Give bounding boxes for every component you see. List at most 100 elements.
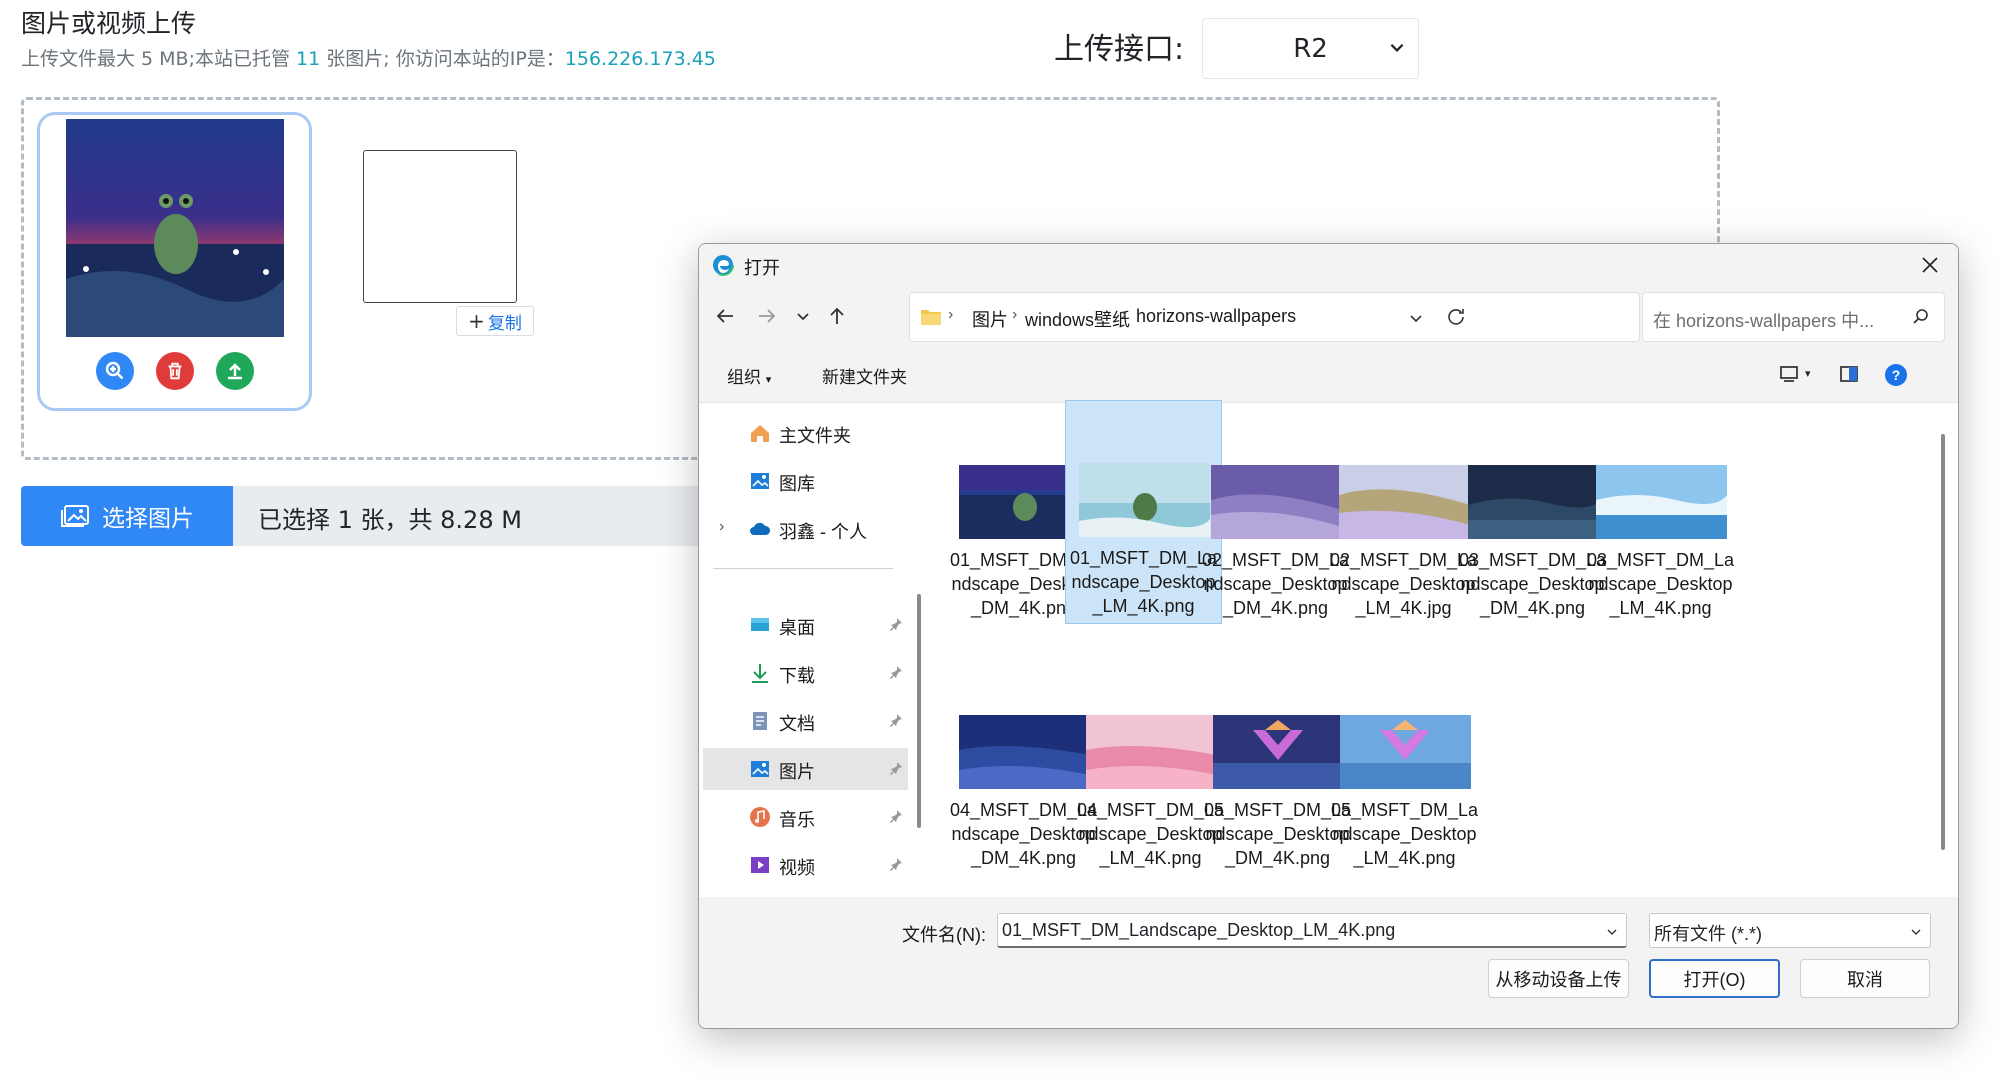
dialog-title: 打开 [744, 258, 780, 278]
forward-button[interactable] [751, 300, 783, 332]
image-thumbnail [1086, 715, 1217, 789]
help-icon[interactable]: ? [1884, 363, 1908, 387]
nav-item-gallery[interactable]: 图库 [703, 460, 908, 502]
select-image-label: 选择图片 [102, 506, 194, 532]
image-thumbnail [1468, 465, 1599, 539]
nav-item-home[interactable]: 主文件夹 [703, 412, 908, 454]
upload-info-prefix: 上传文件最大 5 MB;本站已托管 [21, 48, 297, 70]
delete-image-button[interactable] [155, 352, 194, 390]
nav-item-label: 音乐 [779, 810, 815, 830]
nav-item-desktop[interactable]: 桌面 [703, 604, 908, 646]
page-title: 图片或视频上传 [21, 9, 197, 38]
navigation-pane: 主文件夹 图库 › 羽鑫 - 个人 桌面 下载 文档 图片 音乐 视频 [699, 404, 921, 897]
search-icon [1913, 309, 1928, 324]
folder-icon [921, 310, 941, 325]
zoom-preview-button[interactable] [95, 352, 134, 390]
recent-locations-button[interactable] [787, 300, 819, 332]
organize-menu[interactable]: 组织 ▾ [727, 363, 771, 388]
breadcrumb-item-horizons-wallpapers[interactable]: horizons-wallpapers [1136, 306, 1296, 327]
dialog-command-bar: 组织 ▾ 新建文件夹 ▾ ? [699, 345, 1958, 403]
nav-scrollbar[interactable] [917, 594, 921, 828]
interface-label: 上传接口: [1054, 32, 1185, 67]
nav-item-videos[interactable]: 视频 [703, 844, 908, 886]
chevron-down-icon [1911, 929, 1921, 935]
breadcrumb-item-pictures[interactable]: 图片 [972, 306, 1008, 332]
pin-icon[interactable] [889, 665, 903, 679]
image-thumbnail [1079, 463, 1210, 537]
file-item[interactable]: 03_MSFT_DM_Landscape_Desktop_LM_4K.png [1582, 402, 1739, 626]
image-thumbnail [1211, 465, 1342, 539]
filename-label: 文件名(N): [902, 925, 986, 945]
up-button[interactable] [821, 300, 853, 332]
edge-browser-icon [712, 254, 734, 276]
select-bar: 选择图片 已选择 1 张，共 8.28 M [21, 486, 741, 546]
file-item[interactable]: 05_MSFT_DM_Landscape_Desktop_LM_4K.png [1326, 652, 1483, 876]
close-icon[interactable] [1918, 253, 1942, 277]
pin-icon[interactable] [889, 857, 903, 871]
music-icon [750, 807, 770, 827]
address-bar[interactable]: › 图片 › windows壁纸 › horizons-wallpapers [909, 292, 1640, 342]
new-folder-button[interactable]: 新建文件夹 [822, 363, 907, 388]
arrow-left-icon [716, 309, 733, 323]
filetype-select[interactable]: 所有文件 (*.*) [1649, 913, 1931, 948]
nav-item-music[interactable]: 音乐 [703, 796, 908, 838]
image-thumbnail [1213, 715, 1344, 789]
breadcrumb-separator: › [1012, 306, 1018, 323]
nav-item-downloads[interactable]: 下载 [703, 652, 908, 694]
plus-icon: + [468, 309, 485, 333]
arrow-up-icon [830, 307, 844, 324]
gallery-icon [751, 473, 769, 489]
view-mode-icon[interactable] [1779, 365, 1799, 383]
open-file-dialog: 打开 › 图片 › windows壁纸 › horizons-wallpaper… [698, 243, 1959, 1029]
refresh-icon[interactable] [1445, 306, 1467, 328]
nav-item-label: 视频 [779, 858, 815, 878]
filename-field[interactable]: 01_MSFT_DM_Landscape_Desktop_LM_4K.png [997, 913, 1627, 948]
chevron-down-icon[interactable] [1408, 310, 1424, 326]
nav-item-label: 羽鑫 - 个人 [779, 522, 867, 542]
chevron-right-icon[interactable]: › [719, 518, 724, 536]
copy-button[interactable]: + 复制 [456, 306, 534, 336]
search-input[interactable]: 在 horizons-wallpapers 中... [1642, 292, 1945, 342]
file-name: 03_MSFT_DM_Landscape_Desktop_LM_4K.png [1586, 550, 1735, 618]
select-image-button[interactable]: 选择图片 [21, 486, 233, 546]
empty-image-slot[interactable] [363, 150, 517, 303]
video-icon [751, 857, 769, 873]
nav-item-pictures[interactable]: 图片 [703, 748, 908, 790]
pin-icon[interactable] [889, 617, 903, 631]
image-thumbnail [1596, 465, 1727, 539]
nav-item-documents[interactable]: 文档 [703, 700, 908, 742]
breadcrumb-separator: › [1121, 306, 1127, 323]
upload-from-mobile-button[interactable]: 从移动设备上传 [1488, 959, 1629, 998]
filename-value: 01_MSFT_DM_Landscape_Desktop_LM_4K.png [1002, 920, 1396, 940]
image-thumbnail [1340, 715, 1471, 789]
interface-select-value: R2 [1293, 33, 1328, 64]
cancel-button[interactable]: 取消 [1800, 959, 1930, 998]
pin-icon[interactable] [889, 761, 903, 775]
file-list: 01_MSFT_DM_Landscape_Desktop_DM_4K.png 0… [935, 400, 1935, 897]
trash-icon [168, 362, 181, 380]
upload-image-button[interactable] [215, 352, 254, 390]
download-icon [752, 664, 768, 683]
file-list-scrollbar[interactable] [1941, 434, 1945, 850]
zoom-in-icon [105, 361, 123, 380]
caret-down-icon[interactable]: ▾ [1805, 367, 1811, 380]
upload-info-mid: 张图片; 你访问本站的IP是： [320, 48, 565, 70]
nav-item-label: 桌面 [779, 618, 815, 638]
search-placeholder: 在 horizons-wallpapers 中... [1653, 311, 1875, 331]
preview-pane-icon[interactable] [1839, 364, 1859, 384]
pin-icon[interactable] [889, 713, 903, 727]
dialog-bottom-bar: 文件名(N): 01_MSFT_DM_Landscape_Desktop_LM_… [699, 897, 1958, 1028]
chevron-down-icon [1390, 43, 1404, 52]
chevron-down-icon[interactable] [1606, 926, 1618, 938]
open-button[interactable]: 打开(O) [1649, 959, 1780, 998]
nav-item-label: 图库 [779, 474, 815, 494]
pin-icon[interactable] [889, 809, 903, 823]
interface-select[interactable]: R2 [1202, 18, 1419, 79]
nav-item-label: 主文件夹 [779, 426, 851, 446]
breadcrumb-item-windows-wallpapers[interactable]: windows壁纸 [1025, 306, 1130, 332]
uploaded-image-thumbnail [66, 119, 284, 337]
upload-icon [227, 363, 242, 380]
file-name: 05_MSFT_DM_Landscape_Desktop_LM_4K.png [1330, 800, 1479, 868]
back-button[interactable] [709, 300, 741, 332]
nav-item-onedrive[interactable]: › 羽鑫 - 个人 [703, 508, 908, 550]
